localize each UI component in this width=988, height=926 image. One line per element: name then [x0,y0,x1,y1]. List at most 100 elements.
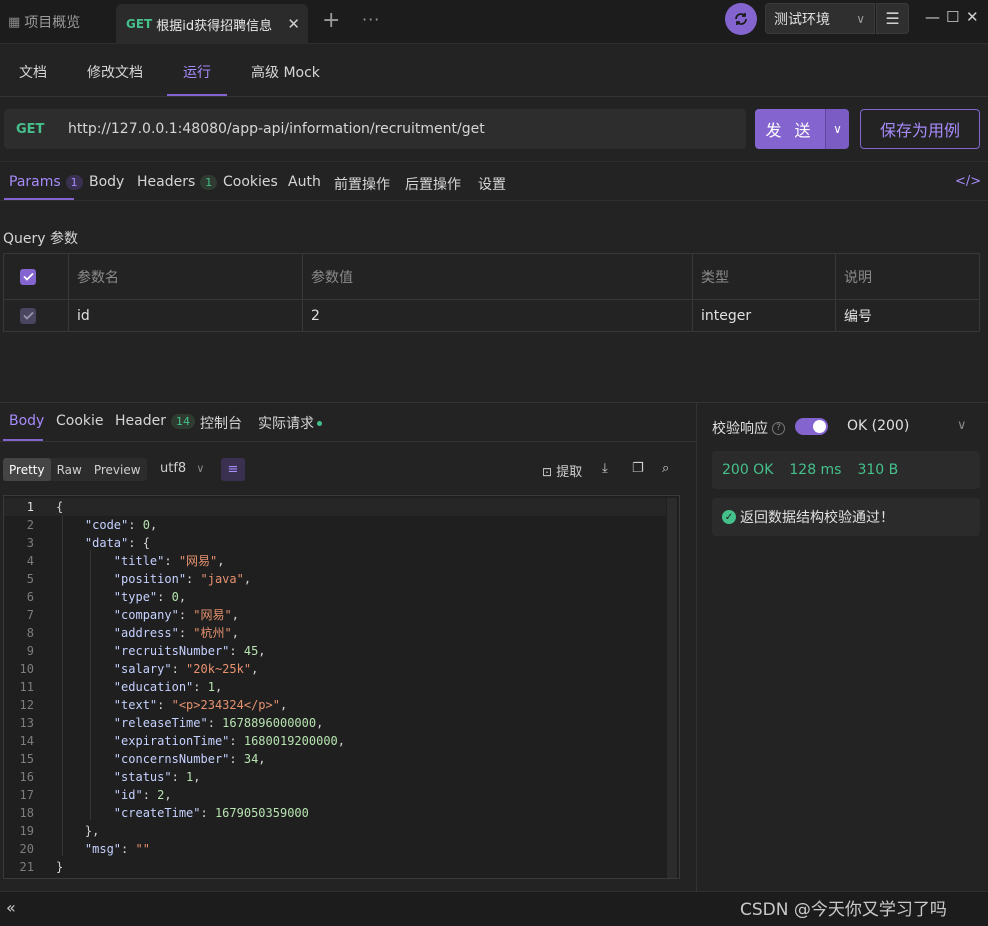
resp-tab-header[interactable]: Header 14 [115,413,195,429]
sync-button[interactable] [725,3,757,35]
tab-label: Params [9,174,61,190]
encoding-select[interactable]: utf8 ∨ [160,461,204,476]
search-icon[interactable]: ⌕ [662,461,669,476]
minimize-icon[interactable]: — [925,8,940,26]
method-label: GET [126,17,153,31]
url-bar[interactable]: GET http://127.0.0.1:48080/app-api/infor… [4,109,746,149]
status-dot [317,420,322,426]
param-name-cell[interactable]: id [69,300,303,331]
resp-tab-body[interactable]: Body [9,413,44,429]
code-line: 11 "education": 1, [4,678,666,696]
tab-docs[interactable]: 文档 [19,62,47,82]
view-pretty[interactable]: Pretty [3,458,51,481]
status-code: 200 OK [722,462,774,478]
window-close-icon[interactable]: ✕ [966,8,979,26]
maximize-icon[interactable]: ☐ [946,8,959,26]
tab-pre-actions[interactable]: 前置操作 [334,174,390,194]
response-code-editor[interactable]: 1{2 "code": 0, 3 "data": {4 "title": "网易"… [3,495,680,879]
tab-body[interactable]: Body [89,174,124,190]
save-as-case-button[interactable]: 保存为用例 [860,109,980,149]
resp-tab-actual-request[interactable]: 实际请求 [258,413,322,433]
extract-icon: ⊡ [542,465,553,479]
line-number: 16 [19,770,34,784]
param-type-cell[interactable]: integer [693,300,836,331]
tab-settings[interactable]: 设置 [478,174,506,194]
line-number: 1 [26,500,34,514]
code-line: 13 "releaseTime": 1678896000000, [4,714,666,732]
code-line: 15 "concernsNumber": 34, [4,750,666,768]
table-row: id 2 integer 编号 [4,299,979,331]
env-select[interactable]: 测试环境 ∨ [765,3,875,34]
code-line: 2 "code": 0, [4,516,666,534]
view-preview[interactable]: Preview [88,458,147,481]
code-line: 3 "data": { [4,534,666,552]
tab-edit-docs[interactable]: 修改文档 [87,62,143,82]
add-tab-icon[interactable]: + [322,8,340,33]
code-text: "text": "<p>234324</p>", [113,698,288,712]
tab-advanced-mock[interactable]: 高级 Mock [251,62,320,82]
line-number: 7 [26,608,34,622]
code-text: "type": 0, [113,590,187,604]
code-line: 21} [4,858,666,876]
download-icon[interactable]: ⤓ [602,461,608,476]
select-all-cell[interactable] [4,254,69,299]
expected-status-select[interactable]: OK (200) [847,418,909,434]
tab-label: Headers [137,174,196,190]
code-text: "company": "网易", [113,608,239,622]
code-text: "id": 2, [113,788,172,802]
code-text: "address": "杭州", [113,626,239,640]
close-icon[interactable]: ✕ [287,15,300,33]
code-text: "education": 1, [113,680,223,694]
param-desc-cell[interactable]: 编号 [836,300,979,331]
chevron-down-icon: ∨ [196,462,205,475]
line-number: 13 [19,716,34,730]
resp-tab-console[interactable]: 控制台 [200,413,242,433]
tab-auth[interactable]: Auth [288,174,321,190]
count-badge: 1 [200,174,218,190]
validate-toggle[interactable] [795,418,828,435]
word-wrap-button[interactable]: ≡ [221,458,245,481]
tab-post-actions[interactable]: 后置操作 [405,174,461,194]
line-number: 18 [19,806,34,820]
tab-active-request[interactable]: GET 根据id获得招聘信息 ✕ [116,4,308,44]
validation-message: 返回数据结构校验通过！ [740,510,894,526]
response-stats: 200 OK 128 ms 310 B [712,451,980,489]
validate-label-text: 校验响应 [712,421,768,437]
url-input[interactable]: http://127.0.0.1:48080/app-api/informati… [68,121,485,137]
collapse-icon[interactable]: « [6,898,16,917]
grid-icon: ▦ [8,14,21,30]
env-menu-button[interactable]: ☰ [876,3,909,34]
tab-cookies[interactable]: Cookies [223,174,278,190]
header-param-name: 参数名 [69,254,303,299]
tab-headers[interactable]: Headers 1 [137,174,218,190]
refresh-icon [735,13,747,25]
pane-divider[interactable] [696,403,697,891]
line-number: 5 [26,572,34,586]
resp-tab-cookie[interactable]: Cookie [56,413,104,429]
checkbox[interactable] [20,268,36,285]
row-select-cell[interactable] [4,300,69,331]
header-type: 类型 [693,254,836,299]
code-icon[interactable]: </> [955,174,981,189]
response-size: 310 B [857,462,899,478]
help-icon[interactable]: ? [772,421,785,435]
header-desc: 说明 [844,269,872,286]
tab-params[interactable]: Params 1 [9,174,83,190]
send-dropdown-button[interactable]: ∨ [825,109,849,149]
scrollbar[interactable] [667,498,677,878]
more-icon[interactable]: ··· [362,10,380,29]
chevron-down-icon: ∨ [856,11,865,26]
param-value-cell[interactable]: 2 [303,300,693,331]
view-raw[interactable]: Raw [51,458,88,481]
code-line: 6 "type": 0, [4,588,666,606]
code-line: 20 "msg": "" [4,840,666,858]
chevron-down-icon[interactable]: ∨ [957,418,967,433]
copy-icon[interactable]: ❐ [632,461,644,476]
code-text: "msg": "" [84,842,150,856]
tab-project-overview[interactable]: ▦ 项目概览 [0,0,116,44]
extract-button[interactable]: ⊡ 提取 [542,461,582,480]
send-button[interactable]: 发 送 [755,109,825,149]
tab-run[interactable]: 运行 [183,62,211,82]
checkbox[interactable] [20,307,36,324]
method-select[interactable]: GET [16,122,68,137]
